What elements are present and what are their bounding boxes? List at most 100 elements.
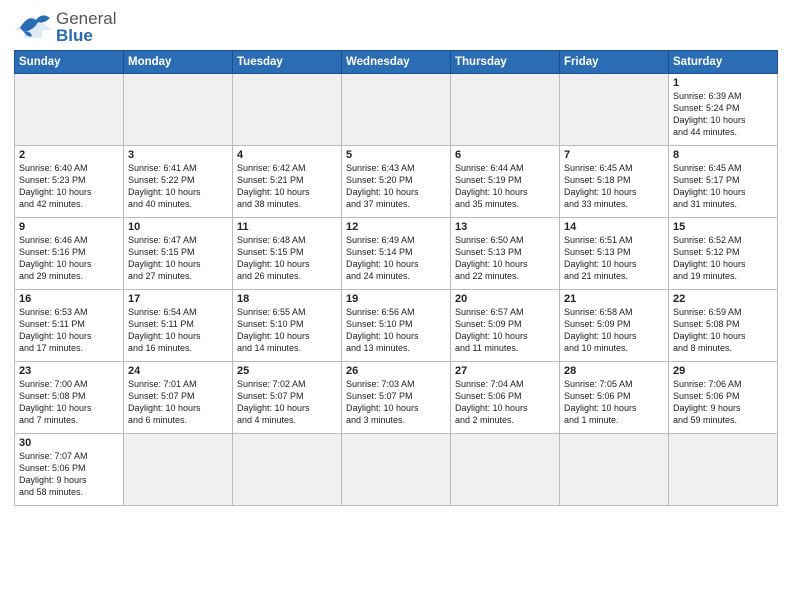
cell-info: Sunrise: 6:43 AM Sunset: 5:20 PM Dayligh… — [346, 162, 446, 211]
page: General Blue SundayMondayTuesdayWednesda… — [0, 0, 792, 612]
cell-info: Sunrise: 6:50 AM Sunset: 5:13 PM Dayligh… — [455, 234, 555, 283]
week-row: 9Sunrise: 6:46 AM Sunset: 5:16 PM Daylig… — [15, 218, 778, 290]
calendar-cell: 2Sunrise: 6:40 AM Sunset: 5:23 PM Daylig… — [15, 146, 124, 218]
day-number: 15 — [673, 221, 773, 233]
cell-info: Sunrise: 6:47 AM Sunset: 5:15 PM Dayligh… — [128, 234, 228, 283]
weekday-header-row: SundayMondayTuesdayWednesdayThursdayFrid… — [15, 51, 778, 74]
cell-info: Sunrise: 7:03 AM Sunset: 5:07 PM Dayligh… — [346, 378, 446, 427]
calendar-cell — [669, 434, 778, 506]
weekday-friday: Friday — [560, 51, 669, 74]
day-number: 27 — [455, 365, 555, 377]
calendar-cell: 11Sunrise: 6:48 AM Sunset: 5:15 PM Dayli… — [233, 218, 342, 290]
day-number: 19 — [346, 293, 446, 305]
calendar-cell: 4Sunrise: 6:42 AM Sunset: 5:21 PM Daylig… — [233, 146, 342, 218]
calendar-table: SundayMondayTuesdayWednesdayThursdayFrid… — [14, 50, 778, 506]
day-number: 23 — [19, 365, 119, 377]
calendar-cell: 15Sunrise: 6:52 AM Sunset: 5:12 PM Dayli… — [669, 218, 778, 290]
cell-info: Sunrise: 7:05 AM Sunset: 5:06 PM Dayligh… — [564, 378, 664, 427]
day-number: 24 — [128, 365, 228, 377]
week-row: 2Sunrise: 6:40 AM Sunset: 5:23 PM Daylig… — [15, 146, 778, 218]
weekday-sunday: Sunday — [15, 51, 124, 74]
calendar-cell: 16Sunrise: 6:53 AM Sunset: 5:11 PM Dayli… — [15, 290, 124, 362]
calendar-cell: 12Sunrise: 6:49 AM Sunset: 5:14 PM Dayli… — [342, 218, 451, 290]
cell-info: Sunrise: 7:00 AM Sunset: 5:08 PM Dayligh… — [19, 378, 119, 427]
calendar-cell — [342, 434, 451, 506]
logo-bird-icon — [14, 10, 52, 44]
calendar-cell: 1Sunrise: 6:39 AM Sunset: 5:24 PM Daylig… — [669, 74, 778, 146]
weekday-monday: Monday — [124, 51, 233, 74]
calendar-cell: 6Sunrise: 6:44 AM Sunset: 5:19 PM Daylig… — [451, 146, 560, 218]
cell-info: Sunrise: 7:04 AM Sunset: 5:06 PM Dayligh… — [455, 378, 555, 427]
cell-info: Sunrise: 6:42 AM Sunset: 5:21 PM Dayligh… — [237, 162, 337, 211]
calendar-cell: 22Sunrise: 6:59 AM Sunset: 5:08 PM Dayli… — [669, 290, 778, 362]
cell-info: Sunrise: 6:48 AM Sunset: 5:15 PM Dayligh… — [237, 234, 337, 283]
cell-info: Sunrise: 6:45 AM Sunset: 5:18 PM Dayligh… — [564, 162, 664, 211]
calendar-cell — [451, 434, 560, 506]
weekday-wednesday: Wednesday — [342, 51, 451, 74]
calendar-cell: 3Sunrise: 6:41 AM Sunset: 5:22 PM Daylig… — [124, 146, 233, 218]
cell-info: Sunrise: 6:55 AM Sunset: 5:10 PM Dayligh… — [237, 306, 337, 355]
week-row: 16Sunrise: 6:53 AM Sunset: 5:11 PM Dayli… — [15, 290, 778, 362]
logo-general: General — [56, 10, 116, 27]
calendar-cell: 27Sunrise: 7:04 AM Sunset: 5:06 PM Dayli… — [451, 362, 560, 434]
calendar-cell — [560, 74, 669, 146]
calendar-cell — [233, 74, 342, 146]
day-number: 26 — [346, 365, 446, 377]
day-number: 9 — [19, 221, 119, 233]
day-number: 29 — [673, 365, 773, 377]
cell-info: Sunrise: 6:59 AM Sunset: 5:08 PM Dayligh… — [673, 306, 773, 355]
calendar-cell: 9Sunrise: 6:46 AM Sunset: 5:16 PM Daylig… — [15, 218, 124, 290]
day-number: 30 — [19, 437, 119, 449]
day-number: 6 — [455, 149, 555, 161]
day-number: 25 — [237, 365, 337, 377]
calendar-cell: 26Sunrise: 7:03 AM Sunset: 5:07 PM Dayli… — [342, 362, 451, 434]
day-number: 5 — [346, 149, 446, 161]
calendar-cell: 14Sunrise: 6:51 AM Sunset: 5:13 PM Dayli… — [560, 218, 669, 290]
calendar-cell: 25Sunrise: 7:02 AM Sunset: 5:07 PM Dayli… — [233, 362, 342, 434]
day-number: 22 — [673, 293, 773, 305]
calendar-cell — [233, 434, 342, 506]
day-number: 7 — [564, 149, 664, 161]
day-number: 3 — [128, 149, 228, 161]
calendar-cell: 28Sunrise: 7:05 AM Sunset: 5:06 PM Dayli… — [560, 362, 669, 434]
cell-info: Sunrise: 6:57 AM Sunset: 5:09 PM Dayligh… — [455, 306, 555, 355]
calendar-cell: 29Sunrise: 7:06 AM Sunset: 5:06 PM Dayli… — [669, 362, 778, 434]
cell-info: Sunrise: 6:58 AM Sunset: 5:09 PM Dayligh… — [564, 306, 664, 355]
cell-info: Sunrise: 6:51 AM Sunset: 5:13 PM Dayligh… — [564, 234, 664, 283]
day-number: 4 — [237, 149, 337, 161]
weekday-saturday: Saturday — [669, 51, 778, 74]
logo-blue-text: Blue — [56, 27, 116, 44]
calendar-cell: 23Sunrise: 7:00 AM Sunset: 5:08 PM Dayli… — [15, 362, 124, 434]
day-number: 17 — [128, 293, 228, 305]
week-row: 23Sunrise: 7:00 AM Sunset: 5:08 PM Dayli… — [15, 362, 778, 434]
day-number: 13 — [455, 221, 555, 233]
weekday-thursday: Thursday — [451, 51, 560, 74]
calendar-cell — [124, 434, 233, 506]
day-number: 1 — [673, 77, 773, 89]
cell-info: Sunrise: 7:02 AM Sunset: 5:07 PM Dayligh… — [237, 378, 337, 427]
calendar-cell — [560, 434, 669, 506]
weekday-tuesday: Tuesday — [233, 51, 342, 74]
day-number: 14 — [564, 221, 664, 233]
calendar-cell: 24Sunrise: 7:01 AM Sunset: 5:07 PM Dayli… — [124, 362, 233, 434]
calendar-cell — [342, 74, 451, 146]
cell-info: Sunrise: 6:49 AM Sunset: 5:14 PM Dayligh… — [346, 234, 446, 283]
calendar-cell — [15, 74, 124, 146]
cell-info: Sunrise: 6:46 AM Sunset: 5:16 PM Dayligh… — [19, 234, 119, 283]
calendar-cell — [124, 74, 233, 146]
calendar-cell: 5Sunrise: 6:43 AM Sunset: 5:20 PM Daylig… — [342, 146, 451, 218]
calendar-cell: 10Sunrise: 6:47 AM Sunset: 5:15 PM Dayli… — [124, 218, 233, 290]
day-number: 10 — [128, 221, 228, 233]
cell-info: Sunrise: 6:45 AM Sunset: 5:17 PM Dayligh… — [673, 162, 773, 211]
cell-info: Sunrise: 7:01 AM Sunset: 5:07 PM Dayligh… — [128, 378, 228, 427]
day-number: 20 — [455, 293, 555, 305]
day-number: 2 — [19, 149, 119, 161]
cell-info: Sunrise: 6:41 AM Sunset: 5:22 PM Dayligh… — [128, 162, 228, 211]
calendar-cell: 17Sunrise: 6:54 AM Sunset: 5:11 PM Dayli… — [124, 290, 233, 362]
day-number: 12 — [346, 221, 446, 233]
logo: General Blue — [14, 10, 116, 44]
cell-info: Sunrise: 6:44 AM Sunset: 5:19 PM Dayligh… — [455, 162, 555, 211]
day-number: 18 — [237, 293, 337, 305]
logo-text: General Blue — [14, 10, 116, 44]
day-number: 8 — [673, 149, 773, 161]
